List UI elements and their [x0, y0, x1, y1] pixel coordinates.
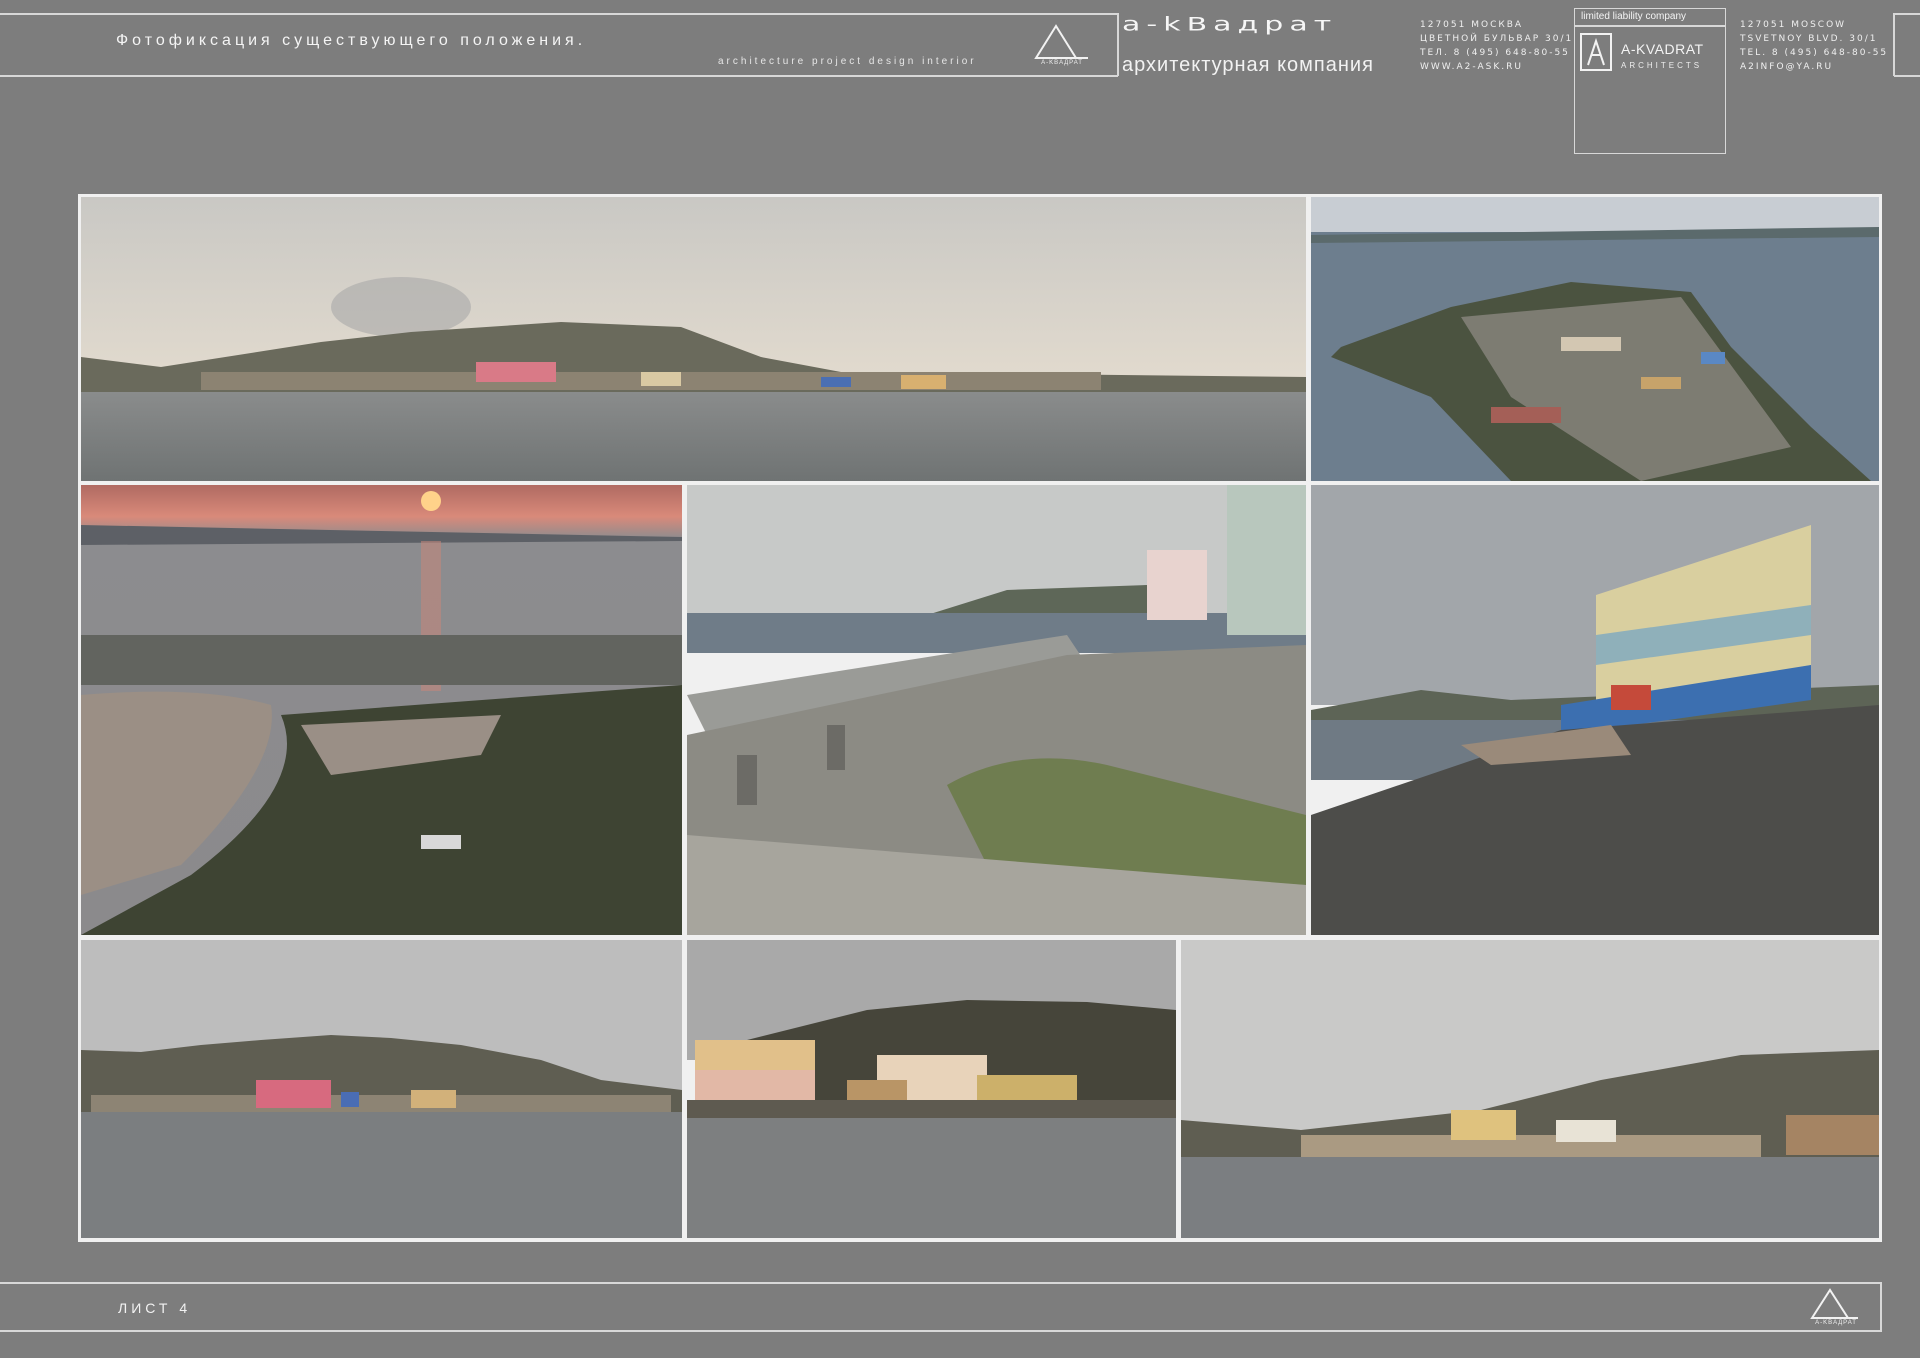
footer-right-line: [1880, 1282, 1882, 1332]
triangle-logo-icon: [1810, 1288, 1858, 1319]
photo-town-from-water-center: [687, 940, 1176, 1238]
company-type: limited liability company: [1581, 11, 1687, 22]
footer-top-line: [0, 1282, 1882, 1284]
contact-ru: 127051 МОСКВА ЦВЕТНОЙ БУЛЬВАР 30/1 ТЕЛ. …: [1420, 18, 1573, 74]
triangle-logo-icon: [1034, 24, 1088, 59]
photo-collapsed-pier: [687, 485, 1306, 935]
brand-name: a-kBaдpaт: [1122, 14, 1338, 36]
photo-town-from-water-right: [1181, 940, 1879, 1238]
header-right-divider: [1893, 13, 1895, 76]
contact-en-city: 127051 MOSCOW: [1740, 20, 1847, 30]
company-box-divider: [1575, 25, 1725, 27]
contact-ru-phone: ТЕЛ. 8 (495) 648-80-55: [1420, 48, 1570, 58]
footer-logo-label: A-KBAДPAT: [1815, 1320, 1857, 1326]
photo-sheet: [78, 194, 1882, 1242]
contact-ru-street: ЦВЕТНОЙ БУЛЬВАР 30/1: [1420, 34, 1574, 44]
photo-building-on-shore: [1311, 485, 1879, 935]
photo-aerial-sunset-town: [81, 485, 682, 935]
header-right-top-line: [1894, 13, 1920, 15]
company-box: limited liability company A-KVADRAT ARCH…: [1574, 8, 1726, 154]
contact-ru-city: 127051 МОСКВА: [1420, 20, 1524, 30]
photo-panorama-town-shore: [81, 197, 1306, 481]
brand-subtitle: архитектурная компания: [1122, 54, 1374, 76]
contact-en-email[interactable]: A2INFO@YA.RU: [1740, 60, 1888, 74]
contact-en: 127051 MOSCOW TSVETNOY BLVD. 30/1 TEL. 8…: [1740, 18, 1888, 74]
header-logo-label: A-KBAДPAT: [1041, 60, 1083, 66]
footer-bottom-line: [0, 1330, 1882, 1332]
company-name: A-KVADRAT: [1621, 41, 1704, 57]
header-divider: [1117, 13, 1119, 76]
sheet-number: ЛИСТ 4: [118, 1300, 192, 1316]
footer-logo: A-KBAДPAT: [1800, 1286, 1872, 1330]
contact-en-phone: TEL. 8 (495) 648-80-55: [1740, 48, 1889, 58]
header-top-line: [0, 13, 1118, 15]
contact-en-street: TSVETNOY BLVD. 30/1: [1740, 34, 1878, 44]
contact-ru-website[interactable]: WWW.A2-ASK.RU: [1420, 60, 1573, 74]
header-bottom-line: [0, 75, 1118, 77]
header-logo: A-KBAДPAT: [1026, 22, 1098, 70]
photo-aerial-peninsula-town: [1311, 197, 1879, 481]
page-title: Фотофиксация существующего положения.: [116, 32, 587, 49]
photo-town-from-water-left: [81, 940, 682, 1238]
page-subtitle: architecture project design interior: [718, 56, 977, 67]
company-emblem-icon: [1580, 33, 1612, 71]
company-sub: ARCHITECTS: [1621, 61, 1703, 70]
header-right-bottom-line: [1894, 75, 1920, 77]
